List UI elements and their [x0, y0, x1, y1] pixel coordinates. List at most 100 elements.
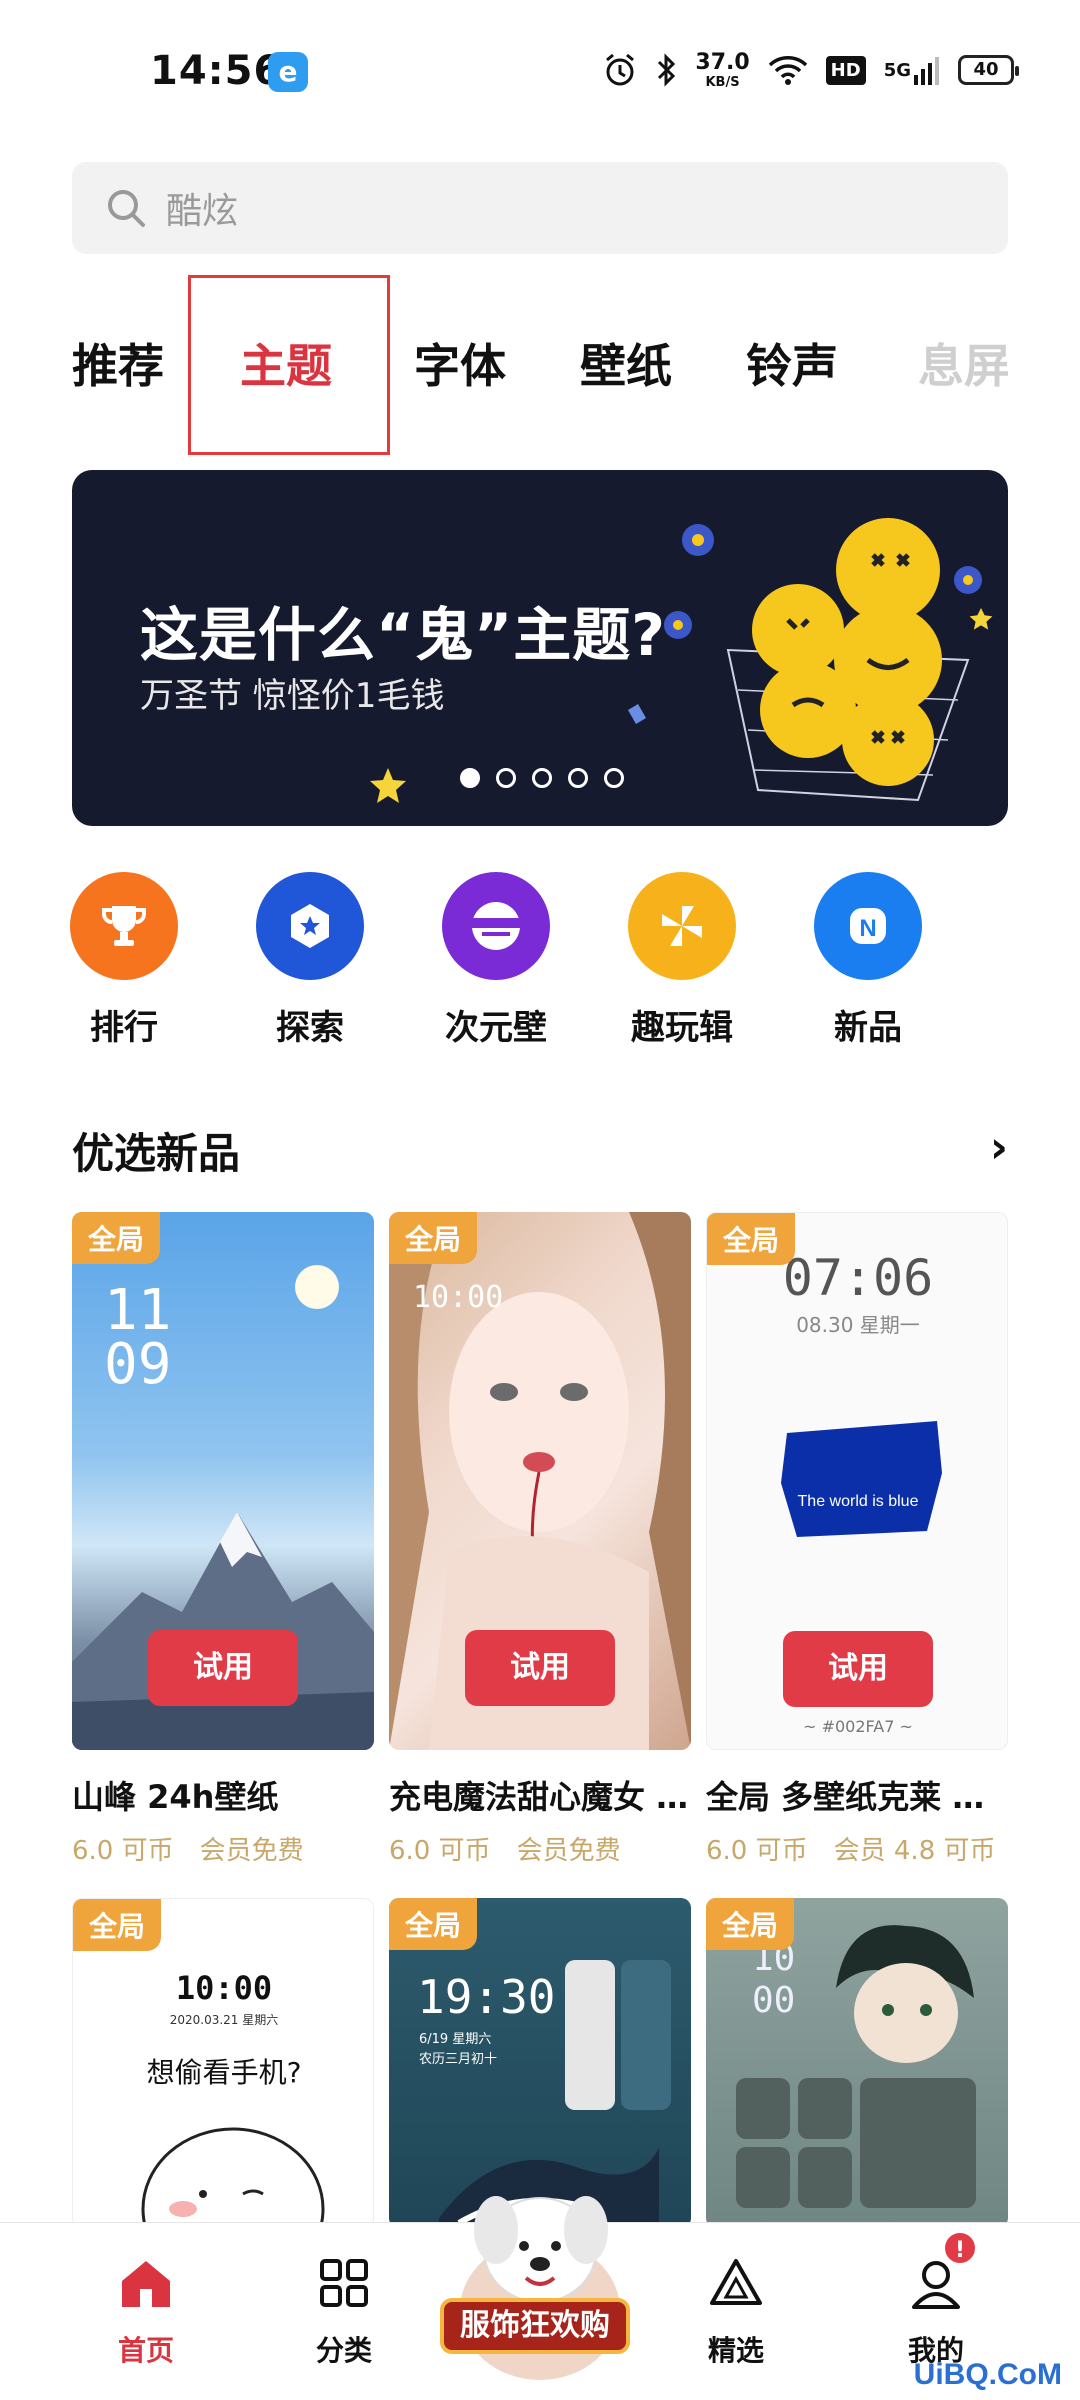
app-icon-grid: [736, 2078, 976, 2208]
tab-highlight-box: [188, 275, 390, 455]
pumpkin-illustration: [628, 518, 993, 802]
tab-font[interactable]: 字体: [414, 330, 506, 396]
global-tag: 全局: [389, 1898, 478, 1950]
status-icons: 37.0 KB/S HD 5G 40: [603, 48, 1019, 92]
pagination-dot[interactable]: [460, 768, 480, 788]
shortcut-label: 探索: [276, 1008, 344, 1048]
promo-button[interactable]: 服饰狂欢购: [440, 2298, 630, 2354]
shortcut-label: 趣玩辑: [631, 1008, 733, 1048]
global-tag: 全局: [707, 1213, 796, 1265]
dimension-icon: [442, 872, 550, 980]
theme-card-mountain[interactable]: 11 09 全局 试用 山峰 24h壁纸 6.0 可币 会员免费: [72, 1212, 374, 1867]
nav-category[interactable]: 分类: [274, 2253, 414, 2369]
theme-card-peek-phone[interactable]: 10:00 2020.03.21 星期六 想偷看手机? 全局: [72, 1898, 374, 2228]
preview-minute: 09: [104, 1332, 172, 1397]
pagination-dot[interactable]: [604, 768, 624, 788]
status-bar: 14:56 e 37.0 KB/S HD 5G 40: [0, 0, 1080, 140]
nav-home[interactable]: 首页: [76, 2253, 216, 2369]
theme-card-klein-blue[interactable]: 07:06 08.30 星期一 The world is blue ~ #002…: [706, 1212, 1008, 1867]
shortcut-dimension[interactable]: 次元壁: [416, 872, 576, 1049]
preview-time: 19:30: [417, 1970, 556, 2024]
preview-date: 2020.03.21 星期六: [169, 2013, 279, 2027]
watermark: UiBQ.CoM: [913, 2358, 1062, 2391]
banner-subtitle: 万圣节 惊怪价1毛钱: [140, 676, 445, 716]
sun-icon: [295, 1265, 339, 1309]
new-icon: N: [814, 872, 922, 980]
shortcut-label: 次元壁: [445, 1008, 547, 1048]
tab-aod[interactable]: 息屏: [918, 330, 1008, 396]
explore-icon: [256, 872, 364, 980]
tab-recommend[interactable]: 推荐: [72, 330, 164, 396]
nav-label: 首页: [117, 2334, 174, 2367]
preview-time: 10:00: [413, 1280, 504, 1315]
cartoon-character: [141, 2127, 325, 2227]
preview-minute: 00: [752, 1980, 796, 2021]
grid-icon: [320, 2259, 368, 2307]
status-time: 14:56: [150, 48, 283, 94]
theme-card-anime-boy[interactable]: 10 00 全局: [706, 1898, 1008, 2228]
chevron-right-icon[interactable]: ›: [990, 1122, 1008, 1173]
anime-character: [836, 1925, 974, 2063]
preview-date: 6/19 星期六: [419, 2032, 492, 2047]
tab-ringtone[interactable]: 铃声: [746, 330, 838, 396]
search-icon: [108, 190, 145, 227]
network-speed: 37.0 KB/S: [695, 49, 750, 90]
banner-pagination: [460, 768, 624, 788]
try-button[interactable]: 试用: [783, 1631, 933, 1707]
nav-label: 分类: [315, 2334, 372, 2367]
card-title: 全局 多壁纸克莱 …: [706, 1778, 985, 1816]
section-title: 优选新品: [72, 1129, 241, 1178]
theme-preview: 10:00 2020.03.21 星期六 想偷看手机? 全局: [72, 1898, 374, 2228]
pagination-dot[interactable]: [532, 768, 552, 788]
pagination-dot[interactable]: [496, 768, 516, 788]
shortcut-row: 排行 探索 次元壁 趣玩辑 N 新品: [70, 872, 1008, 1052]
alarm-icon: [606, 53, 635, 86]
nav-mine[interactable]: 我的: [866, 2253, 1006, 2369]
banner-title: 这是什么“鬼”主题?: [140, 601, 666, 669]
notification-badge: !: [942, 2230, 978, 2266]
trophy-icon: [70, 872, 178, 980]
card-title: 山峰 24h壁纸: [72, 1778, 279, 1816]
preview-time: 10:00: [175, 1969, 273, 2007]
shortcut-ranking[interactable]: 排行: [44, 872, 204, 1049]
blue-brushstroke: [781, 1421, 942, 1537]
widget-card: [565, 1960, 615, 2110]
theme-preview: 11 09 全局 试用: [72, 1212, 374, 1750]
try-button[interactable]: 试用: [465, 1630, 615, 1706]
global-tag: 全局: [389, 1212, 478, 1264]
shortcut-new[interactable]: N 新品: [788, 872, 948, 1049]
shortcut-explore[interactable]: 探索: [230, 872, 390, 1049]
search-bar[interactable]: 酷炫: [72, 162, 1008, 254]
promo-banner[interactable]: 这是什么“鬼”主题? 万圣节 惊怪价1毛钱: [72, 470, 1008, 826]
triangle-icon: [710, 2259, 762, 2305]
theme-preview: 10 00 全局: [706, 1898, 1008, 2228]
pagination-dot[interactable]: [568, 768, 588, 788]
star-icon: [370, 768, 406, 803]
widget-card: [621, 1960, 671, 2110]
preview-text: 想偷看手机?: [146, 2056, 302, 2089]
nav-featured[interactable]: 精选: [666, 2253, 806, 2369]
pinwheel-icon: [628, 872, 736, 980]
shortcut-label: 排行: [90, 1008, 158, 1048]
theme-preview: 10:00 全局 试用: [389, 1212, 691, 1750]
global-tag: 全局: [73, 1899, 162, 1951]
bluetooth-icon: [658, 53, 676, 87]
card-price: 6.0 可币 会员免费: [72, 1836, 304, 1866]
try-button[interactable]: 试用: [148, 1630, 298, 1706]
global-tag: 全局: [706, 1898, 795, 1950]
card-title: 充电魔法甜心魔女 …: [389, 1778, 689, 1816]
theme-preview: 07:06 08.30 星期一 The world is blue ~ #002…: [706, 1212, 1008, 1750]
preview-text: The world is blue: [797, 1493, 919, 1510]
shortcut-fun[interactable]: 趣玩辑: [602, 872, 762, 1049]
card-price: 6.0 可币 会员免费: [389, 1836, 621, 1866]
app-notification-icon: e: [268, 52, 308, 92]
tab-wallpaper[interactable]: 壁纸: [580, 330, 672, 396]
theme-card-magic-girl[interactable]: 10:00 全局 试用 充电魔法甜心魔女 … 6.0 可币 会员免费: [389, 1212, 691, 1867]
signal-bars-icon: [914, 57, 939, 85]
mascot-icon[interactable]: [446, 2160, 634, 2390]
card-price: 6.0 可币 会员 4.8 可币: [706, 1836, 996, 1866]
preview-sub: 农历三月初十: [419, 2052, 498, 2067]
shortcut-label: 新品: [834, 1008, 902, 1048]
battery-icon: 40: [958, 55, 1019, 85]
global-tag: 全局: [72, 1212, 161, 1264]
